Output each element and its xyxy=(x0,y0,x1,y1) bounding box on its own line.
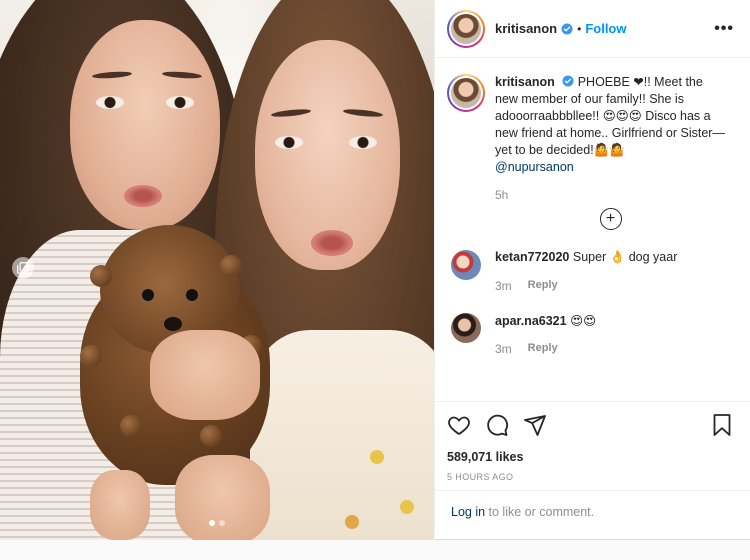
comment-time: 3m xyxy=(495,342,512,356)
post-sidebar: kritisanon • Follow ••• kritisanon PHOEB… xyxy=(434,0,750,540)
story-ring[interactable] xyxy=(447,74,485,112)
more-options-icon[interactable]: ••• xyxy=(714,20,734,38)
right-person-face xyxy=(255,40,400,270)
gallery-icon xyxy=(17,262,29,274)
separator-dot: • xyxy=(577,21,582,36)
comment-item: ketan772020 Super 👌 dog yaar 3m Reply xyxy=(447,250,734,293)
comment-item: apar.na6321 😍😍 3m Reply xyxy=(447,313,734,356)
heart-icon[interactable] xyxy=(447,413,471,437)
like-count[interactable]: 589,071 likes xyxy=(447,450,734,464)
post-photo[interactable] xyxy=(0,0,434,540)
avatar[interactable] xyxy=(451,78,481,108)
login-prompt: Log in to like or comment. xyxy=(435,490,750,540)
commenter-avatar[interactable] xyxy=(451,313,481,343)
story-ring[interactable] xyxy=(447,9,485,48)
reply-button[interactable]: Reply xyxy=(528,342,558,356)
carousel-dot[interactable] xyxy=(209,520,215,526)
hand xyxy=(150,330,260,420)
login-link[interactable]: Log in xyxy=(451,505,485,519)
action-bar: 589,071 likes 5 HOURS AGO xyxy=(435,401,750,482)
comment-time: 3m xyxy=(495,279,512,293)
instagram-post: kritisanon • Follow ••• kritisanon PHOEB… xyxy=(0,0,750,540)
follow-button[interactable]: Follow xyxy=(585,21,626,36)
avatar[interactable] xyxy=(451,13,481,44)
verified-badge-icon xyxy=(561,23,573,34)
comment-username[interactable]: apar.na6321 xyxy=(495,314,567,328)
reply-button[interactable]: Reply xyxy=(528,279,558,293)
comment-text: Super 👌 dog yaar xyxy=(572,250,678,264)
username-link[interactable]: kritisanon xyxy=(495,21,557,36)
comment-icon[interactable] xyxy=(485,413,509,437)
left-person-face xyxy=(70,20,220,230)
carousel-indicator xyxy=(0,520,434,526)
caption: kritisanon PHOEBE ❤!! Meet the new membe… xyxy=(447,74,734,176)
bookmark-icon[interactable] xyxy=(710,413,734,437)
comments-section[interactable]: kritisanon PHOEBE ❤!! Meet the new membe… xyxy=(435,58,750,401)
verified-badge-icon xyxy=(562,75,574,87)
post-header: kritisanon • Follow ••• xyxy=(435,0,750,58)
caption-username[interactable]: kritisanon xyxy=(495,75,555,89)
share-icon[interactable] xyxy=(523,413,547,437)
caption-time: 5h xyxy=(495,188,509,202)
carousel-dot[interactable] xyxy=(219,520,225,526)
hand xyxy=(90,470,150,540)
caption-text: kritisanon PHOEBE ❤!! Meet the new membe… xyxy=(495,74,725,176)
post-timestamp[interactable]: 5 HOURS AGO xyxy=(447,472,734,482)
hand xyxy=(175,455,270,540)
floral-top xyxy=(250,330,434,540)
carousel-badge xyxy=(12,257,34,279)
login-prompt-text: to like or comment. xyxy=(485,505,595,519)
mention-link[interactable]: @nupursanon xyxy=(495,160,574,174)
commenter-avatar[interactable] xyxy=(451,250,481,280)
comment-text: 😍😍 xyxy=(570,314,597,328)
plus-circle-icon[interactable]: + xyxy=(599,208,622,230)
load-more-comments[interactable]: + xyxy=(487,208,734,230)
comment-username[interactable]: ketan772020 xyxy=(495,250,569,264)
